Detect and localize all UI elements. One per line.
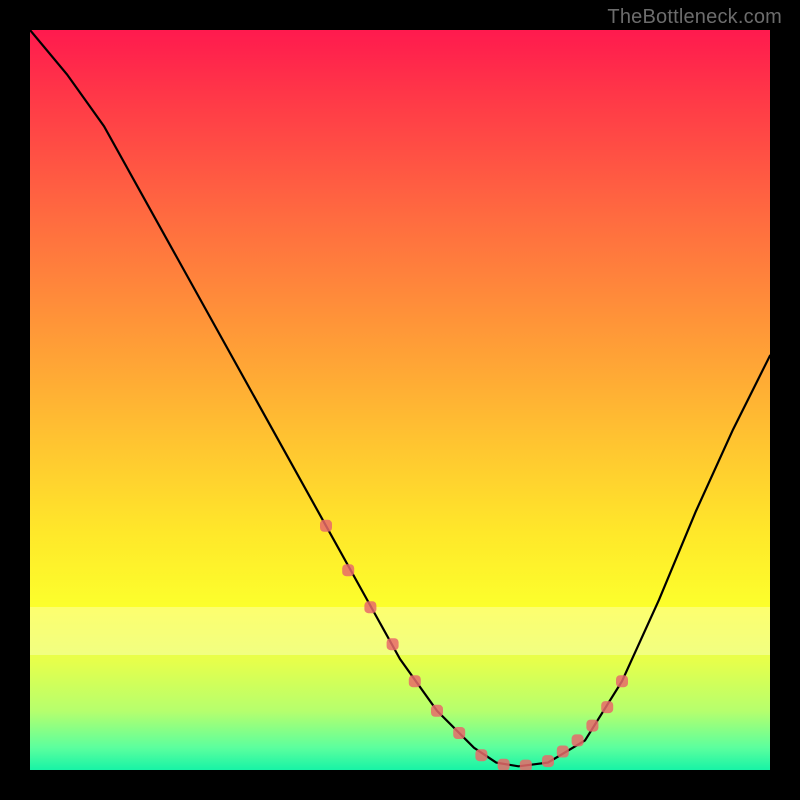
- curve-marker: [601, 701, 613, 713]
- curve-marker: [586, 720, 598, 732]
- curve-marker: [342, 564, 354, 576]
- curve-marker: [542, 755, 554, 767]
- curve-marker: [409, 675, 421, 687]
- plot-area: [30, 30, 770, 770]
- curve-marker: [572, 734, 584, 746]
- curve-marker: [320, 520, 332, 532]
- curve-marker: [557, 746, 569, 758]
- bottleneck-curve: [30, 30, 770, 766]
- curve-marker: [387, 638, 399, 650]
- curve-marker: [498, 759, 510, 770]
- curve-marker: [616, 675, 628, 687]
- curve-svg: [30, 30, 770, 770]
- curve-marker: [431, 705, 443, 717]
- curve-marker: [364, 601, 376, 613]
- attribution-label: TheBottleneck.com: [607, 6, 782, 29]
- marker-group: [320, 520, 628, 770]
- chart-stage: TheBottleneck.com: [0, 0, 800, 800]
- curve-marker: [520, 760, 532, 770]
- curve-marker: [453, 727, 465, 739]
- curve-marker: [475, 749, 487, 761]
